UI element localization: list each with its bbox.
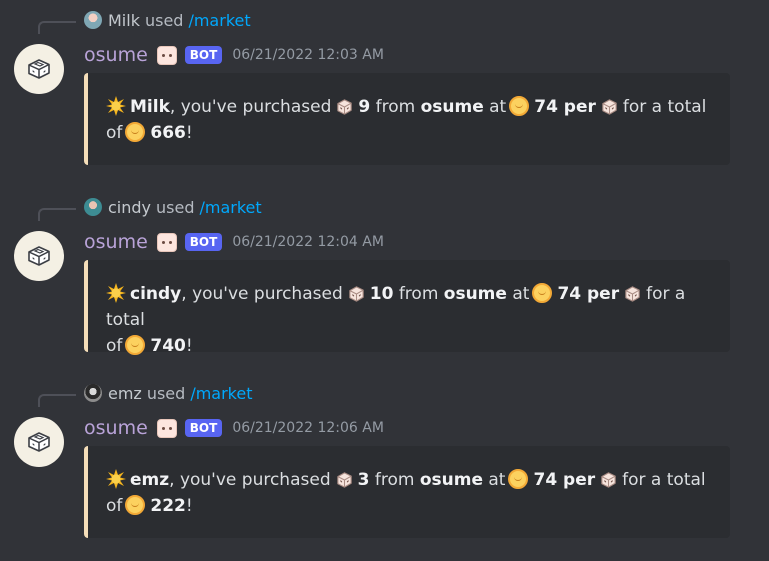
of-text: of: [106, 496, 123, 516]
timestamp[interactable]: 06/21/2022 12:03 AM: [232, 47, 384, 63]
message: cindy used /market osume BOT 06/21/2022 …: [0, 187, 769, 374]
purchase-text: , you've purchased: [169, 470, 331, 490]
timestamp[interactable]: 06/21/2022 12:06 AM: [232, 420, 384, 436]
bot-avatar[interactable]: [14, 44, 64, 94]
reply-used-text: used: [146, 383, 186, 403]
message: emz used /market osume BOT 06/21/2022 12…: [0, 373, 769, 560]
sparkle-star-icon: [106, 283, 126, 303]
keycap-box-icon: [599, 470, 618, 489]
bot-username[interactable]: osume: [84, 231, 148, 253]
purchase-embed: Milk, you've purchased 9 from osume at 74 …: [84, 73, 730, 165]
reply-connector: [38, 394, 76, 407]
keycap-box-icon: [347, 284, 366, 303]
total-text: for a total: [622, 97, 707, 117]
exclamation: !: [185, 123, 193, 143]
unit-price: 74 per: [534, 97, 596, 117]
bot-tag: BOT: [184, 46, 223, 64]
buyer-name: emz: [130, 470, 170, 490]
of-text: of: [106, 336, 123, 356]
unit-price: 74 per: [557, 284, 620, 304]
keycap-box-icon: [24, 241, 54, 271]
at-text: at: [489, 97, 507, 117]
purchase-text: , you've purchased: [169, 97, 332, 117]
reply-connector: [38, 21, 76, 34]
buyer-name: cindy: [130, 284, 182, 304]
bot-tag: BOT: [184, 419, 223, 437]
keycap-box-icon: [600, 97, 619, 116]
bot-username[interactable]: osume: [84, 417, 148, 439]
reply-username[interactable]: Milk: [108, 11, 140, 30]
timestamp[interactable]: 06/21/2022 12:04 AM: [232, 234, 384, 250]
user-avatar[interactable]: [84, 384, 102, 402]
face-emoji-icon: [156, 418, 177, 438]
quantity: 10: [369, 284, 394, 304]
seller-name: osume: [420, 97, 484, 117]
smiling-coin-icon: [508, 469, 529, 489]
smiling-coin-icon: [509, 96, 530, 116]
bot-tag: BOT: [184, 233, 223, 251]
purchase-embed: cindy, you've purchased 10 from osume at 7…: [84, 260, 730, 356]
from-text: from: [375, 97, 416, 117]
keycap-box-icon: [24, 54, 54, 84]
user-avatar[interactable]: [84, 198, 102, 216]
bot-avatar[interactable]: [14, 417, 64, 467]
exclamation: !: [185, 336, 193, 356]
purchase-text: , you've purchased: [181, 284, 343, 304]
buyer-name: Milk: [130, 97, 170, 117]
quantity: 3: [357, 470, 370, 490]
bot-avatar[interactable]: [14, 231, 64, 281]
from-text: from: [398, 284, 439, 304]
exclamation: !: [185, 496, 193, 516]
message: Milk used /market osume BOT 06/21/2022 1…: [0, 0, 769, 187]
purchase-embed: emz, you've purchased 3 from osume at 74 p…: [84, 446, 730, 538]
message-header: osume BOT 06/21/2022 12:03 AM: [84, 42, 384, 68]
slash-command-link[interactable]: /market: [188, 11, 250, 30]
sparkle-star-icon: [106, 469, 126, 489]
at-text: at: [488, 470, 506, 490]
at-text: at: [512, 284, 530, 304]
sparkle-star-icon: [106, 96, 126, 116]
face-emoji-icon: [156, 45, 177, 65]
reply-reference[interactable]: cindy used /market: [84, 196, 262, 218]
keycap-box-icon: [335, 97, 354, 116]
keycap-box-icon: [623, 284, 642, 303]
total-amount: 222: [150, 496, 186, 516]
smiling-coin-icon: [125, 495, 146, 515]
keycap-box-icon: [335, 470, 354, 489]
reply-reference[interactable]: emz used /market: [84, 382, 252, 404]
quantity: 9: [358, 97, 371, 117]
keycap-box-icon: [24, 427, 54, 457]
reply-reference[interactable]: Milk used /market: [84, 9, 251, 31]
face-emoji-icon: [156, 232, 177, 252]
user-avatar[interactable]: [84, 11, 102, 29]
of-text: of: [106, 123, 123, 143]
message-header: osume BOT 06/21/2022 12:04 AM: [84, 229, 384, 255]
total-text: for a total: [622, 470, 706, 490]
smiling-coin-icon: [532, 283, 553, 303]
reply-username[interactable]: emz: [108, 384, 142, 403]
message-header: osume BOT 06/21/2022 12:06 AM: [84, 415, 384, 441]
reply-used-text: used: [156, 197, 195, 217]
reply-connector: [38, 208, 76, 221]
total-amount: 740: [150, 336, 186, 356]
smiling-coin-icon: [125, 122, 146, 142]
chat-log: Milk used /market osume BOT 06/21/2022 1…: [0, 0, 769, 561]
smiling-coin-icon: [125, 335, 146, 355]
reply-used-text: used: [144, 10, 184, 30]
slash-command-link[interactable]: /market: [190, 384, 252, 403]
slash-command-link[interactable]: /market: [200, 198, 262, 217]
reply-username[interactable]: cindy: [108, 198, 151, 217]
seller-name: osume: [443, 284, 507, 304]
from-text: from: [374, 470, 415, 490]
seller-name: osume: [419, 470, 483, 490]
total-amount: 666: [150, 123, 186, 143]
unit-price: 74 per: [533, 470, 596, 490]
bot-username[interactable]: osume: [84, 44, 148, 66]
